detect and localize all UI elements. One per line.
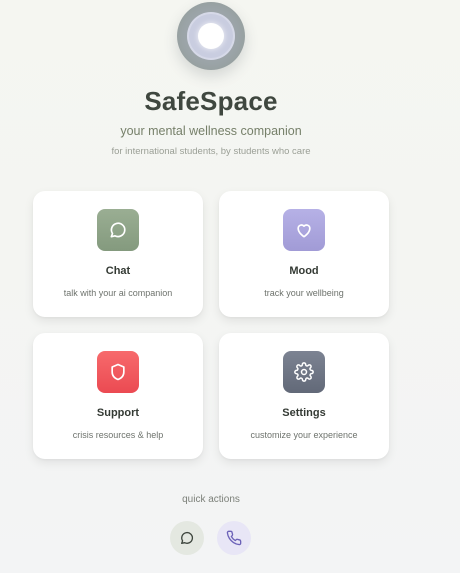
app-logo bbox=[177, 2, 245, 70]
logo-core bbox=[198, 23, 224, 49]
chat-card-description: talk with your ai companion bbox=[63, 288, 173, 298]
app-title: SafeSpace bbox=[144, 86, 278, 116]
support-card-title: Support bbox=[96, 407, 140, 419]
mood-card[interactable]: Mood track your wellbeing bbox=[219, 191, 389, 317]
chat-card[interactable]: Chat talk with your ai companion bbox=[33, 191, 203, 317]
quick-actions-label: quick actions bbox=[182, 494, 240, 505]
mood-card-description: track your wellbeing bbox=[264, 288, 344, 298]
settings-card-description: customize your experience bbox=[250, 430, 358, 440]
quick-call-button[interactable] bbox=[217, 521, 251, 555]
chat-card-title: Chat bbox=[105, 265, 131, 277]
gear-icon bbox=[294, 362, 314, 382]
support-card-description: crisis resources & help bbox=[72, 430, 164, 440]
app-subtagline: for international students, by students … bbox=[111, 146, 311, 157]
phone-icon bbox=[226, 530, 242, 546]
chat-bubble-icon bbox=[181, 531, 194, 544]
mood-card-title: Mood bbox=[289, 265, 319, 277]
chat-bubble-icon bbox=[110, 222, 126, 238]
support-tile bbox=[97, 351, 139, 393]
heart-icon bbox=[297, 224, 311, 238]
app-tagline: your mental wellness companion bbox=[120, 124, 302, 138]
settings-card-title: Settings bbox=[282, 407, 326, 419]
mood-tile bbox=[283, 209, 325, 251]
support-card[interactable]: Support crisis resources & help bbox=[33, 333, 203, 459]
chat-tile bbox=[97, 209, 139, 251]
shield-icon bbox=[111, 363, 125, 381]
settings-tile bbox=[283, 351, 325, 393]
logo-ring bbox=[187, 12, 235, 60]
settings-card[interactable]: Settings customize your experience bbox=[219, 333, 389, 459]
quick-chat-button[interactable] bbox=[170, 521, 204, 555]
